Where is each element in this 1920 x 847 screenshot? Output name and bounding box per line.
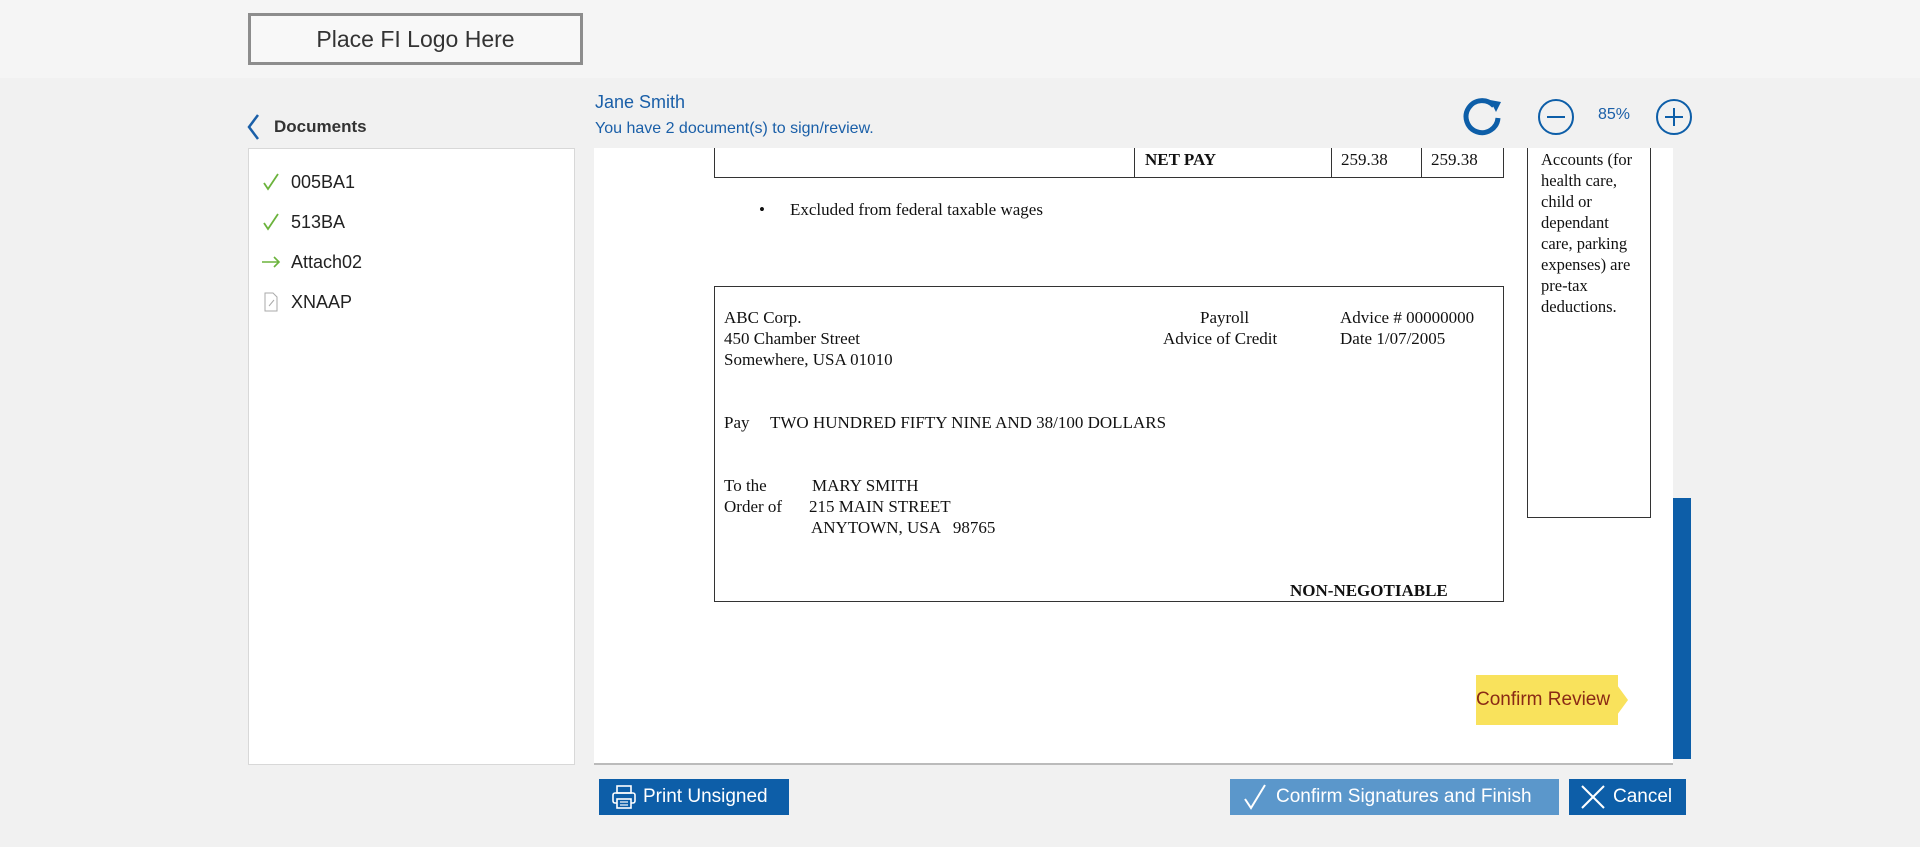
- pay-table: NET PAY 259.38 259.38: [714, 148, 1504, 178]
- confirm-review-arrow: [1617, 685, 1628, 715]
- net-pay-ytd: 259.38: [1431, 150, 1478, 169]
- check-icon: [261, 172, 281, 192]
- document-item-005ba1[interactable]: 005BA1: [261, 167, 355, 197]
- cancel-label: Cancel: [1613, 786, 1673, 807]
- document-list: 005BA1 513BA Attach02 XNAAP: [248, 148, 575, 765]
- documents-label: Documents: [274, 117, 367, 136]
- company-name: ABC Corp.: [724, 308, 802, 327]
- bullet-note-text: Excluded from federal taxable wages: [789, 200, 1043, 219]
- to-the-label: To the: [724, 476, 767, 495]
- table-divider: [1134, 148, 1135, 177]
- check-type-advice: Advice of Credit: [1163, 329, 1278, 348]
- table-divider: [1331, 148, 1332, 177]
- check-type-payroll: Payroll: [1200, 308, 1250, 327]
- confirm-review-label: Confirm Review: [1476, 689, 1611, 710]
- bullet-note: • Excluded from federal taxable wages: [759, 200, 1043, 220]
- document-icon: [261, 292, 281, 312]
- order-of-label: Order of: [724, 497, 783, 516]
- zoom-out-icon[interactable]: [1537, 98, 1575, 136]
- table-divider: [1421, 148, 1422, 177]
- printer-icon: [612, 785, 636, 809]
- document-label: XNAAP: [291, 291, 353, 312]
- deductions-note-text: Accounts (for health care, child or depe…: [1541, 150, 1633, 316]
- cancel-button[interactable]: Cancel: [1569, 779, 1686, 815]
- check-icon: [1244, 784, 1266, 810]
- arrow-right-icon: [261, 252, 281, 272]
- confirm-signatures-label: Confirm Signatures and Finish: [1276, 786, 1532, 807]
- document-label: 513BA: [291, 211, 346, 232]
- payee-city: ANYTOWN, USA 98765: [811, 518, 996, 537]
- bullet-icon: •: [759, 200, 765, 219]
- document-item-513ba[interactable]: 513BA: [261, 207, 345, 237]
- check-date: Date 1/07/2005: [1340, 329, 1446, 348]
- check-stub: ABC Corp. 450 Chamber Street Somewhere, …: [714, 286, 1504, 602]
- payee-name: MARY SMITH: [812, 476, 919, 495]
- document-label: 005BA1: [291, 171, 356, 192]
- viewer-divider: [594, 763, 1673, 765]
- document-item-attach02[interactable]: Attach02: [261, 247, 362, 277]
- close-icon: [1581, 785, 1605, 809]
- print-unsigned-label: Print Unsigned: [643, 786, 768, 807]
- net-pay-label: NET PAY: [1145, 150, 1217, 169]
- top-bar: Place FI Logo Here: [0, 0, 1920, 78]
- document-label: Attach02: [291, 251, 363, 272]
- back-to-documents[interactable]: Documents: [244, 112, 367, 142]
- check-icon: [261, 212, 281, 232]
- scrollbar[interactable]: [1673, 498, 1691, 759]
- rotate-icon[interactable]: [1461, 96, 1503, 138]
- zoom-in-icon[interactable]: [1655, 98, 1693, 136]
- pay-label: Pay: [724, 413, 750, 432]
- confirm-signatures-button[interactable]: Confirm Signatures and Finish: [1230, 779, 1559, 815]
- company-address-2: Somewhere, USA 01010: [724, 350, 893, 369]
- confirm-review-button[interactable]: Confirm Review: [1476, 675, 1628, 725]
- advice-number: Advice # 00000000: [1340, 308, 1475, 327]
- non-negotiable-label: NON-NEGOTIABLE: [1290, 581, 1448, 600]
- print-unsigned-button[interactable]: Print Unsigned: [599, 779, 789, 815]
- chevron-left-icon: [247, 114, 259, 140]
- document-viewer[interactable]: NET PAY 259.38 259.38 • Excluded from fe…: [594, 148, 1673, 764]
- fi-logo: Place FI Logo Here: [248, 13, 583, 65]
- net-pay-current: 259.38: [1341, 150, 1388, 169]
- document-item-xnaap[interactable]: XNAAP: [261, 287, 352, 317]
- zoom-level: 85%: [1598, 106, 1631, 123]
- user-name: Jane Smith: [595, 92, 686, 112]
- company-address-1: 450 Chamber Street: [724, 329, 860, 348]
- pay-amount-words: TWO HUNDRED FIFTY NINE AND 38/100 DOLLAR…: [770, 413, 1167, 432]
- documents-remaining-message: You have 2 document(s) to sign/review.: [595, 120, 874, 137]
- payee-street: 215 MAIN STREET: [809, 497, 951, 516]
- deductions-note-box: Accounts (for health care, child or depe…: [1527, 148, 1651, 518]
